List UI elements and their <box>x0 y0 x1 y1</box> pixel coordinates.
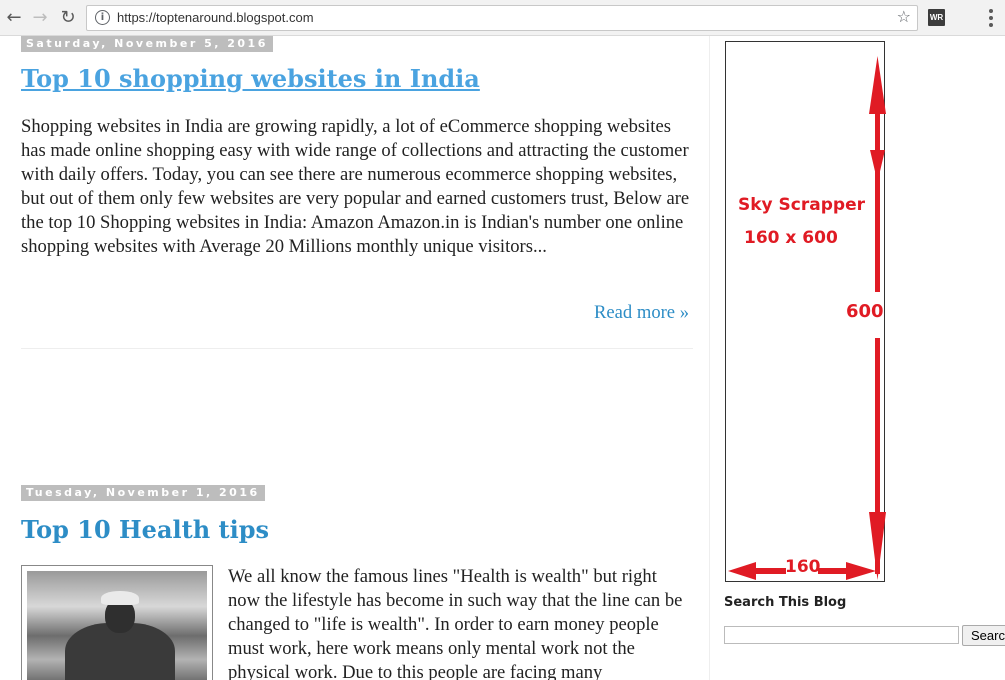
post-snippet: Shopping websites in India are growing r… <box>21 116 690 257</box>
ad-name-label: Sky Scrapper <box>738 195 865 215</box>
search-widget-title: Search This Blog <box>724 595 847 610</box>
bookmark-star-icon[interactable]: ☆ <box>897 7 911 26</box>
post-date-header: Saturday, November 5, 2016 <box>21 36 273 52</box>
post-date-header: Tuesday, November 1, 2016 <box>21 485 265 501</box>
blog-search-input[interactable] <box>724 626 959 644</box>
ad-height-label: 600 <box>846 301 884 322</box>
post-title-link[interactable]: Top 10 shopping websites in India <box>21 64 480 93</box>
search-button[interactable]: Search <box>962 625 1005 646</box>
menu-icon[interactable] <box>984 8 998 28</box>
ad-size-label: 160 x 600 <box>744 228 838 248</box>
url-text[interactable]: https://toptenaround.blogspot.com <box>117 10 314 25</box>
reload-icon[interactable]: ↻ <box>57 6 79 28</box>
post-title-link[interactable]: Top 10 Health tips <box>21 515 269 544</box>
browser-toolbar: ← → ↻ i https://toptenaround.blogspot.co… <box>0 0 1005 36</box>
back-arrow-icon[interactable]: ← <box>3 6 25 28</box>
athlete-photo <box>27 571 207 680</box>
ad-width-label: 160 <box>785 557 821 577</box>
info-icon[interactable]: i <box>95 10 110 25</box>
extension-icon[interactable]: WR <box>928 9 945 26</box>
post-thumbnail[interactable] <box>21 565 213 680</box>
sidebar-separator <box>709 36 710 680</box>
forward-arrow-icon[interactable]: → <box>29 6 51 28</box>
read-more-link[interactable]: Read more » <box>594 302 689 324</box>
address-bar[interactable]: i https://toptenaround.blogspot.com ☆ <box>86 5 918 31</box>
skyscraper-ad-placeholder[interactable]: Sky Scrapper 160 x 600 600 160 <box>725 41 886 582</box>
post-divider <box>21 348 693 349</box>
post-snippet: We all know the famous lines "Health is … <box>228 566 683 680</box>
